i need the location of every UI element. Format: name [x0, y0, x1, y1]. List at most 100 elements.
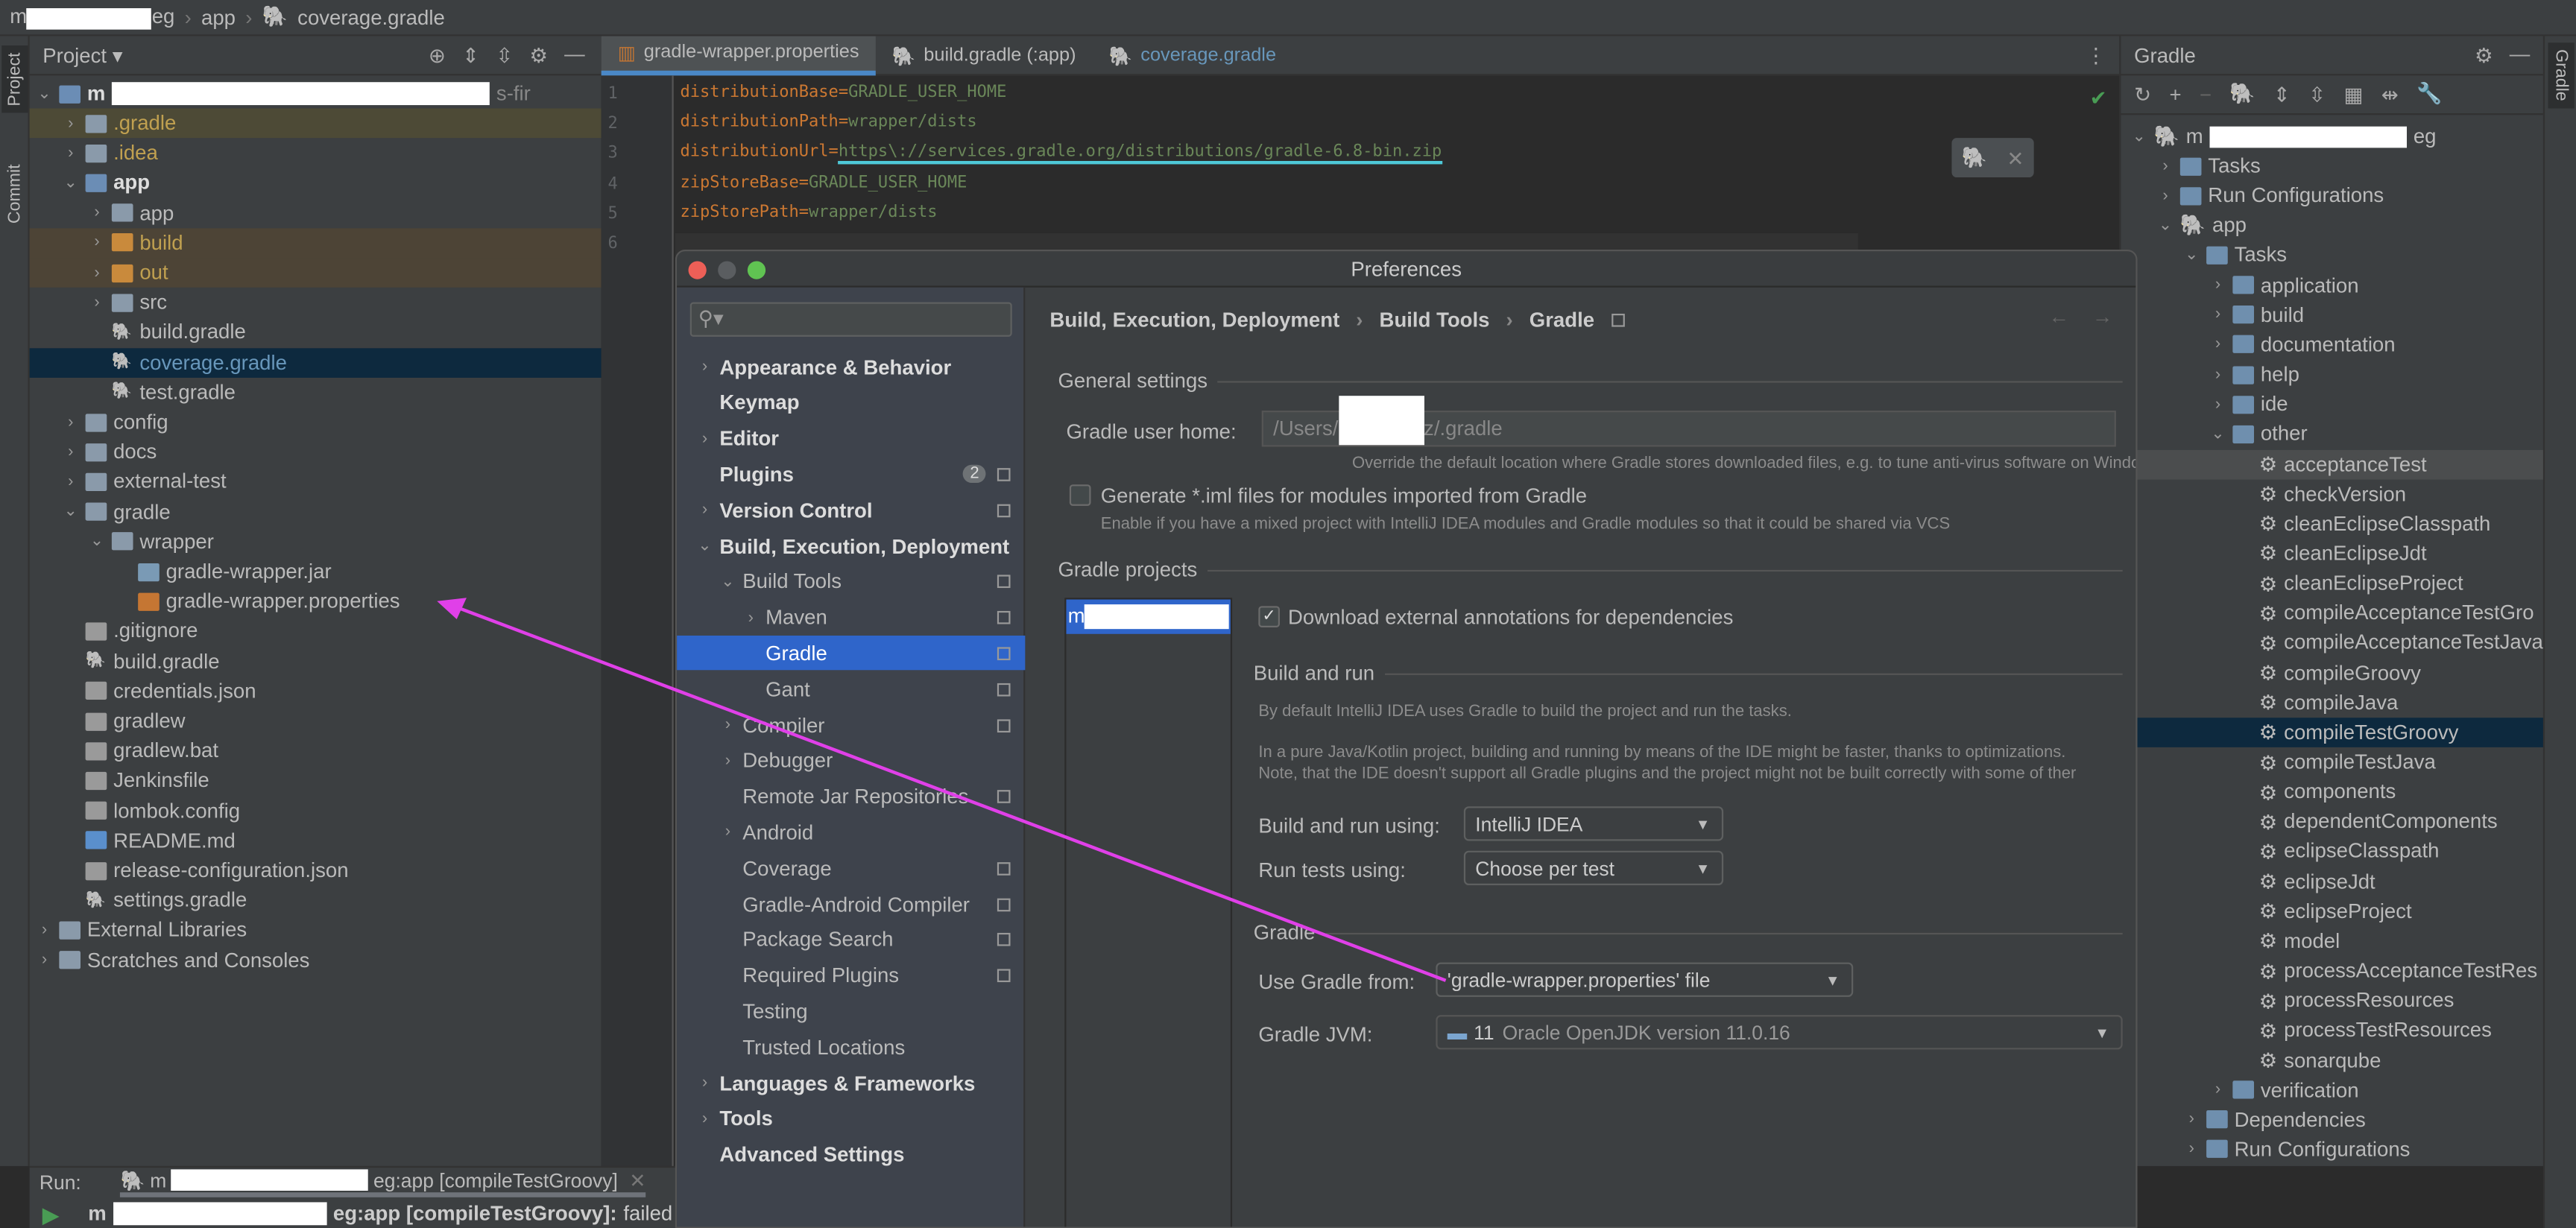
run-tests-select[interactable]: Choose per test ▼ [1463, 850, 1724, 886]
tree-item[interactable]: ⌄ app [30, 168, 602, 198]
gradle-tool-tab[interactable]: Gradle [2548, 42, 2575, 108]
gradle-load-popup[interactable]: 🐘 ✕ [1951, 138, 2034, 178]
tree-item[interactable]: › out [29, 258, 602, 288]
gradle-tree-item[interactable]: ⚙ compileJava [2121, 688, 2542, 718]
gradle-tree-item[interactable]: ⚙ compileGroovy [2121, 658, 2542, 688]
minimize-icon[interactable]: — [2510, 42, 2531, 67]
settings-nav-item[interactable]: › Languages & Frameworks [677, 1066, 1025, 1100]
more-icon[interactable]: ⋮ [2086, 42, 2119, 68]
settings-nav-item[interactable]: Required Plugins [677, 958, 1025, 993]
close-window-button[interactable] [688, 261, 707, 279]
settings-nav-item[interactable]: Keymap [677, 386, 1025, 420]
generate-iml-checkbox[interactable] [1069, 484, 1091, 506]
tree-item[interactable]: gradlew [30, 706, 602, 736]
collapse-all-icon[interactable]: ⇳ [2308, 82, 2326, 107]
tree-item[interactable]: › docs [30, 437, 602, 467]
tree-item[interactable]: › External Libraries [30, 916, 602, 946]
gradle-tree-item[interactable]: › Run Configurations [2121, 1135, 2542, 1165]
project-root[interactable]: ⌄ m s-fir [30, 79, 602, 109]
remove-icon[interactable]: − [2200, 83, 2212, 106]
tree-item[interactable]: gradlew.bat [30, 736, 602, 766]
gradle-tree-item[interactable]: ⚙ compileAcceptanceTestGro [2121, 598, 2542, 628]
code-line[interactable]: zipStoreBase=GRADLE_USER_HOME [680, 174, 967, 192]
tree-item[interactable]: gradle-wrapper.jar [30, 557, 602, 586]
zoom-window-button[interactable] [747, 261, 766, 279]
gradle-tree-item[interactable]: ⌄ Tasks [2121, 241, 2542, 270]
tree-item[interactable]: › Scratches and Consoles [30, 946, 602, 975]
tree-item[interactable]: 🐘 build.gradle [30, 647, 602, 677]
settings-nav-item[interactable]: › Tools [677, 1102, 1025, 1136]
settings-nav-item[interactable]: Package Search [677, 922, 1025, 957]
tab-build-gradle[interactable]: 🐘 build.gradle (:app) [876, 35, 1093, 75]
settings-search-input[interactable]: ⚲▾ [689, 302, 1012, 337]
gradle-tree-item[interactable]: › ide [2121, 390, 2542, 420]
crumb[interactable]: Build Tools [1380, 308, 1490, 332]
tree-item[interactable]: › .idea [30, 139, 602, 168]
tree-item[interactable]: 🐘 settings.gradle [30, 885, 602, 915]
breadcrumb-file[interactable]: coverage.gradle [297, 6, 445, 29]
gradle-tree-item[interactable]: ⚙ compileTestGroovy [2121, 717, 2543, 747]
settings-nav-item[interactable]: › Compiler [677, 708, 1025, 742]
gradle-tree-item[interactable]: ⚙ compileAcceptanceTestJava [2121, 628, 2543, 658]
play-icon[interactable]: ▶ [42, 1201, 58, 1227]
expand-all-icon[interactable]: ⇕ [462, 42, 479, 68]
settings-nav-item[interactable]: ⌄ Build Tools [677, 565, 1025, 599]
settings-nav-item[interactable]: › Maven [677, 601, 1025, 635]
gradle-tree-item[interactable]: ⚙ cleanEclipseProject [2121, 569, 2542, 598]
settings-nav-item[interactable]: ⌄ Build, Execution, Deployment [677, 529, 1025, 563]
tree-item[interactable]: lombok.config [30, 796, 602, 826]
group-modules-icon[interactable]: ▦ [2343, 82, 2363, 107]
settings-nav-item[interactable]: › Version Control [677, 493, 1025, 528]
code-line[interactable]: distributionPath=wrapper/dists [680, 113, 976, 131]
tree-item[interactable]: Jenkinsfile [30, 766, 602, 796]
settings-nav-item[interactable]: › Android [677, 815, 1025, 849]
breadcrumb-module[interactable]: app [201, 6, 236, 29]
project-view-dropdown[interactable]: Project ▾ [42, 42, 122, 68]
tree-item[interactable]: .gitignore [30, 616, 602, 646]
refresh-icon[interactable]: ↻ [2134, 82, 2151, 107]
tree-item[interactable]: credentials.json [30, 677, 602, 706]
build-run-using-select[interactable]: IntelliJ IDEA ▼ [1463, 806, 1724, 841]
gradle-tree-item[interactable]: › verification [2121, 1075, 2542, 1105]
use-gradle-from-select[interactable]: 'gradle-wrapper.properties' file ▼ [1436, 962, 1854, 997]
gradle-tree-item[interactable]: › Dependencies [2121, 1105, 2542, 1135]
tree-item[interactable]: 🐘 test.gradle [30, 377, 602, 407]
gradle-tree-item[interactable]: ⌄ other [2121, 420, 2542, 449]
settings-nav-item[interactable]: Gradle-Android Compiler [677, 887, 1025, 921]
collapse-all-icon[interactable]: ⇳ [496, 42, 513, 68]
gradle-jvm-select[interactable]: ▬ 11 Oracle OpenJDK version 11.0.16 ▼ [1436, 1015, 2123, 1050]
toggle-offline-icon[interactable]: ⇹ [2381, 82, 2399, 107]
gradle-tree-item[interactable]: ⚙ eclipseJdt [2121, 867, 2542, 896]
tree-item[interactable]: › config [30, 408, 602, 437]
settings-nav-item[interactable]: Advanced Settings [677, 1138, 1025, 1172]
settings-nav-item[interactable]: Gant [677, 672, 1025, 706]
settings-nav-item[interactable]: Trusted Locations [677, 1030, 1025, 1064]
tree-item[interactable]: › build [29, 227, 602, 258]
gradle-tree-item[interactable]: ⚙ components [2121, 777, 2542, 807]
tree-item[interactable]: › .gradle [29, 108, 602, 139]
close-icon[interactable]: ✕ [629, 1168, 645, 1191]
code-line[interactable]: distributionUrl=https\://services.gradle… [680, 143, 1442, 165]
forward-icon[interactable]: → [2092, 306, 2113, 329]
tree-item[interactable]: › src [30, 288, 602, 317]
commit-tool-tab[interactable]: Commit [1, 158, 28, 230]
tab-gradle-wrapper-properties[interactable]: ▥ gradle-wrapper.properties [601, 35, 876, 75]
gradle-root[interactable]: ⌄ 🐘 m eg [2121, 121, 2542, 151]
tree-item[interactable]: 🐘 coverage.gradle [29, 347, 602, 378]
tree-item[interactable]: 🐘 build.gradle [30, 317, 602, 347]
tree-item[interactable]: ⌄ wrapper [30, 527, 602, 557]
gradle-tree-item[interactable]: ⚙ eclipseProject [2121, 896, 2542, 926]
code-line[interactable]: zipStorePath=wrapper/dists [680, 203, 937, 221]
tree-item[interactable]: README.md [30, 826, 602, 855]
gradle-tree-item[interactable]: ⚙ acceptanceTest [2121, 449, 2543, 479]
settings-nav-item[interactable]: Testing [677, 994, 1025, 1028]
gradle-tree-item[interactable]: ⚙ dependentComponents [2121, 807, 2542, 837]
settings-nav-item[interactable]: Coverage [677, 851, 1025, 885]
locate-icon[interactable]: ⊕ [429, 42, 446, 68]
settings-nav-item[interactable]: Plugins 2 [677, 458, 1025, 492]
back-icon[interactable]: ← [2049, 306, 2070, 329]
gradle-tree-item[interactable]: ⚙ checkVersion [2121, 479, 2542, 509]
project-tool-tab[interactable]: Project [1, 45, 28, 113]
tab-coverage-gradle[interactable]: 🐘 coverage.gradle [1093, 35, 1292, 75]
run-tab[interactable]: 🐘 m eg:app [compileTestGroovy] ✕ [120, 1168, 645, 1197]
